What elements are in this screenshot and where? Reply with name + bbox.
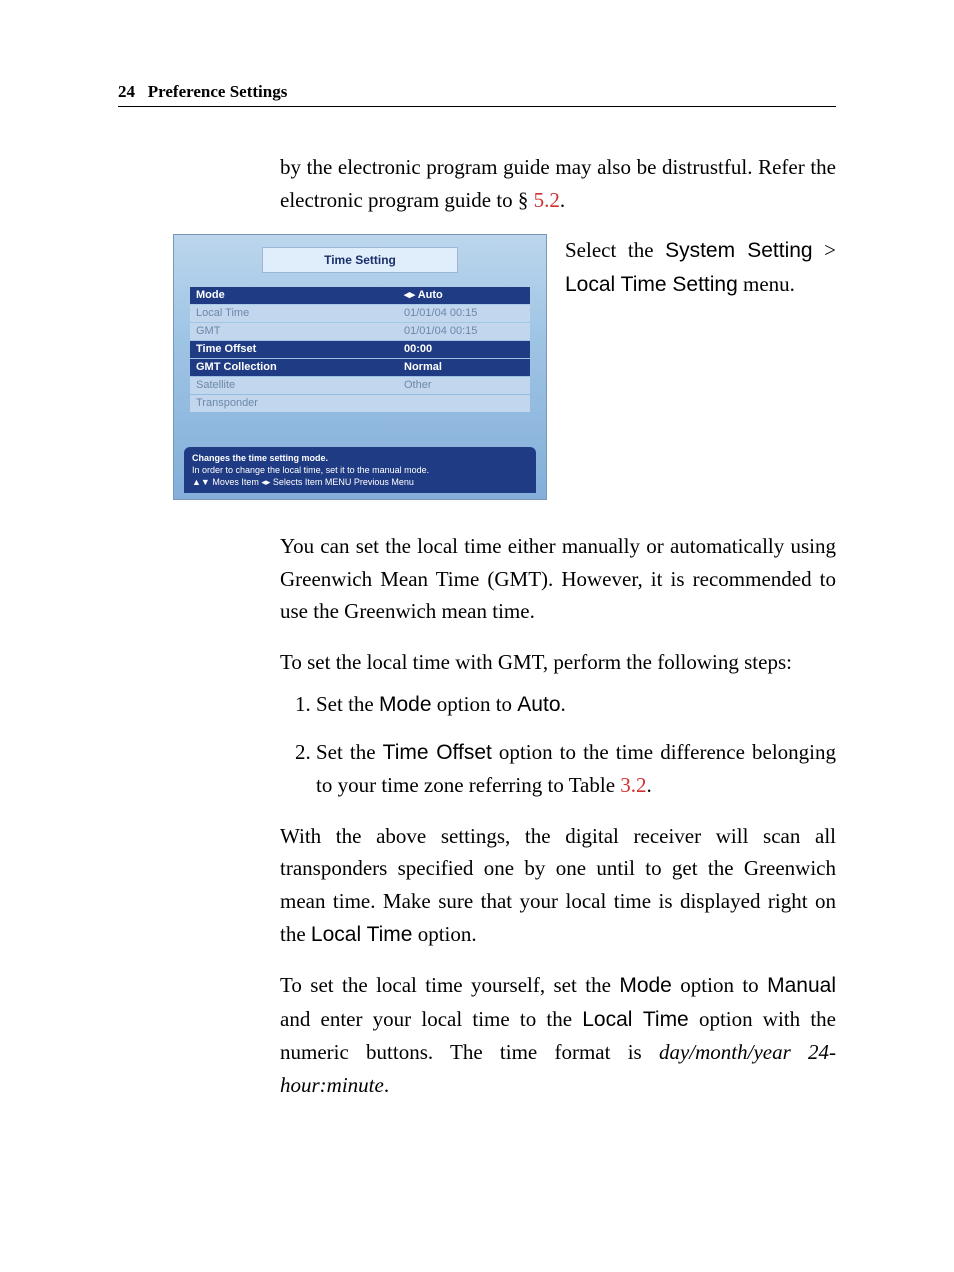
row-mode[interactable]: Mode ◂▸ Auto: [190, 287, 530, 304]
figure-caption: Select the System Setting > Local Time S…: [565, 234, 836, 301]
paragraph-manual: To set the local time yourself, set the …: [280, 969, 836, 1101]
step-1: Set the Mode option to Auto.: [316, 688, 836, 722]
row-value: 00:00: [398, 341, 530, 358]
screenshot-footer: Changes the time setting mode. In order …: [184, 447, 536, 493]
row-value: [398, 395, 530, 412]
p5-e: .: [384, 1073, 389, 1097]
step2-pre: Set the: [316, 740, 383, 764]
steps-list: Set the Mode option to Auto. Set the Tim…: [280, 688, 836, 802]
page-number: 24: [118, 82, 135, 101]
step1-post: .: [561, 692, 566, 716]
figure-row: Time Setting Mode ◂▸ Auto Local Time 01/…: [173, 234, 836, 500]
screenshot-rows: Mode ◂▸ Auto Local Time 01/01/04 00:15 G…: [190, 287, 530, 412]
caption-post: menu.: [738, 272, 795, 296]
paragraph-scan: With the above settings, the digital rec…: [280, 820, 836, 951]
paragraph-gmt-intro: You can set the local time either manual…: [280, 530, 836, 628]
step1-auto: Auto: [517, 693, 560, 716]
p5-mode: Mode: [619, 974, 672, 997]
row-value: Other: [398, 377, 530, 394]
time-setting-screenshot: Time Setting Mode ◂▸ Auto Local Time 01/…: [173, 234, 547, 500]
intro-post: .: [560, 188, 565, 212]
table-link-3-2[interactable]: 3.2: [620, 773, 646, 797]
screenshot-title: Time Setting: [262, 247, 458, 273]
p5-manual: Manual: [767, 974, 836, 997]
p5-local-time: Local Time: [582, 1008, 689, 1031]
menu-sep: >: [813, 238, 836, 262]
row-label: Local Time: [190, 305, 398, 322]
step1-mid: option to: [432, 692, 518, 716]
step1-pre: Set the: [316, 692, 379, 716]
row-label: GMT Collection: [190, 359, 398, 376]
row-transponder: Transponder: [190, 395, 530, 412]
intro-paragraph: by the electronic program guide may also…: [280, 151, 836, 216]
step-2: Set the Time Offset option to the time d…: [316, 736, 836, 802]
row-value: ◂▸ Auto: [398, 287, 530, 304]
menu-path-b: Local Time Setting: [565, 273, 738, 296]
row-label: Satellite: [190, 377, 398, 394]
row-gmt: GMT 01/01/04 00:15: [190, 323, 530, 340]
row-time-offset[interactable]: Time Offset 00:00: [190, 341, 530, 358]
row-label: Mode: [190, 287, 398, 304]
row-value: 01/01/04 00:15: [398, 323, 530, 340]
menu-path-a: System Setting: [665, 239, 813, 262]
p5-a: To set the local time yourself, set the: [280, 973, 619, 997]
row-value: Normal: [398, 359, 530, 376]
row-satellite: Satellite Other: [190, 377, 530, 394]
page: 24 Preference Settings by the electronic…: [0, 0, 954, 1272]
caption-pre: Select the: [565, 238, 665, 262]
row-label: GMT: [190, 323, 398, 340]
paragraph-steps-lead: To set the local time with GMT, perform …: [280, 646, 836, 679]
step2-to: Time Offset: [383, 741, 492, 764]
step1-mode: Mode: [379, 693, 432, 716]
row-local-time: Local Time 01/01/04 00:15: [190, 305, 530, 322]
p5-b: option to: [672, 973, 767, 997]
hint-line-2: In order to change the local time, set i…: [192, 464, 528, 476]
row-label: Transponder: [190, 395, 398, 412]
hint-line-3: ▲▼ Moves Item ◂▸ Selects Item MENU Previ…: [192, 476, 528, 488]
p4-post: option.: [412, 922, 476, 946]
running-header: 24 Preference Settings: [118, 82, 836, 107]
section-title: Preference Settings: [148, 82, 288, 101]
p5-c: and enter your local time to the: [280, 1007, 582, 1031]
p4-local-time: Local Time: [311, 923, 413, 946]
section-link-5-2[interactable]: 5.2: [534, 188, 560, 212]
row-gmt-collection[interactable]: GMT Collection Normal: [190, 359, 530, 376]
row-value: 01/01/04 00:15: [398, 305, 530, 322]
step2-post: .: [647, 773, 652, 797]
hint-line-1: Changes the time setting mode.: [192, 453, 328, 463]
row-label: Time Offset: [190, 341, 398, 358]
